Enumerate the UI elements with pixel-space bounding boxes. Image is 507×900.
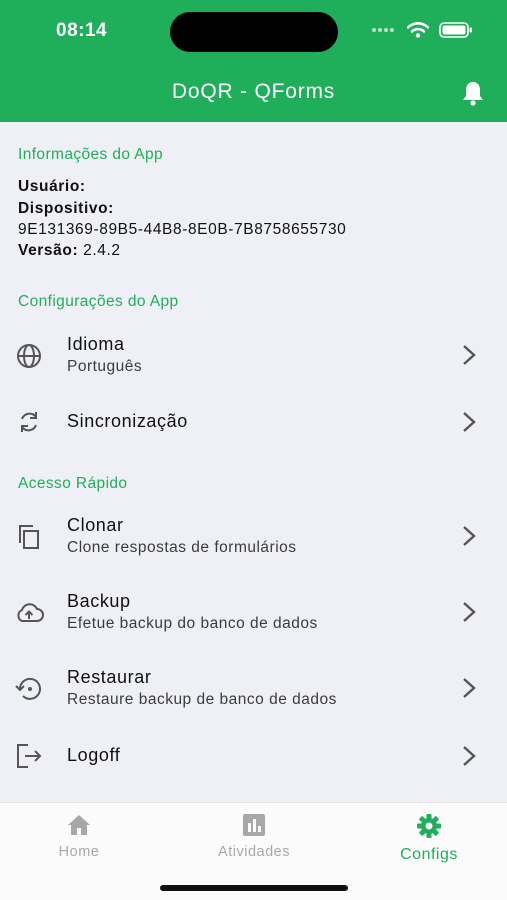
globe-icon <box>17 344 41 368</box>
home-indicator <box>160 885 348 891</box>
tab-home[interactable]: Home <box>19 813 139 860</box>
device-label: Dispositivo: <box>18 200 114 217</box>
section-app-info-title: Informações do App <box>18 146 164 163</box>
user-label: Usuário: <box>18 178 86 195</box>
logout-icon <box>17 744 42 768</box>
home-icon <box>68 815 90 835</box>
quick-item-label: Logoff <box>67 745 121 765</box>
cloud-upload-icon <box>17 603 44 622</box>
chevron-right-icon <box>463 678 476 698</box>
dynamic-island <box>170 12 338 52</box>
sync-icon <box>21 412 37 432</box>
user-line: Usuário: <box>18 178 86 196</box>
chevron-right-icon <box>463 746 476 766</box>
bell-icon[interactable] <box>461 80 485 106</box>
quick-item-sublabel: Efetue backup do banco de dados <box>67 615 318 632</box>
quick-item-label: Clonar <box>67 515 124 535</box>
version-value: 2.4.2 <box>83 242 121 259</box>
tab-label: Configs <box>400 846 458 863</box>
quick-item-sublabel: Clone respostas de formulários <box>67 539 297 556</box>
chart-icon <box>243 814 265 836</box>
version-line: Versão: 2.4.2 <box>18 242 121 260</box>
quick-item-restore[interactable]: Restaurar Restaure backup de banco de da… <box>0 657 507 723</box>
wifi-icon <box>407 22 429 38</box>
page-title: DoQR - QForms <box>171 80 336 103</box>
tab-label: Atividades <box>218 844 290 860</box>
signal-icon <box>372 28 394 32</box>
settings-item-label: Idioma <box>67 334 125 354</box>
chevron-right-icon <box>463 412 476 432</box>
tab-configs[interactable]: Configs <box>369 813 489 864</box>
quick-item-logoff[interactable]: Logoff <box>0 728 507 784</box>
device-line: Dispositivo: <box>18 200 114 218</box>
device-id: 9E131369-89B5-44B8-8E0B-7B8758655730 <box>18 221 347 238</box>
quick-item-label: Restaurar <box>67 667 152 687</box>
gear-icon <box>417 814 441 838</box>
chevron-right-icon <box>463 526 476 546</box>
section-app-config-title: Configurações do App <box>18 293 179 310</box>
settings-item-sublabel: Português <box>67 358 143 375</box>
quick-item-label: Backup <box>67 591 131 611</box>
app-header: 08:14 DoQR - QForms <box>0 0 507 122</box>
tab-activities[interactable]: Atividades <box>194 813 314 860</box>
chevron-right-icon <box>463 345 476 365</box>
copy-icon <box>19 525 39 549</box>
status-time: 08:14 <box>56 20 108 41</box>
battery-icon <box>439 22 472 38</box>
restore-icon <box>15 677 41 700</box>
tab-label: Home <box>58 844 100 860</box>
quick-item-backup[interactable]: Backup Efetue backup do banco de dados <box>0 581 507 647</box>
settings-item-sync[interactable]: Sincronização <box>0 392 507 452</box>
chevron-right-icon <box>463 602 476 622</box>
section-quick-access-title: Acesso Rápido <box>18 475 128 492</box>
settings-item-label: Sincronização <box>67 411 188 431</box>
settings-item-language[interactable]: Idioma Português <box>0 322 507 388</box>
status-icons <box>371 22 473 38</box>
quick-item-clone[interactable]: Clonar Clone respostas de formulários <box>0 505 507 571</box>
version-label: Versão: <box>18 242 79 259</box>
quick-item-sublabel: Restaure backup de banco de dados <box>67 691 337 708</box>
